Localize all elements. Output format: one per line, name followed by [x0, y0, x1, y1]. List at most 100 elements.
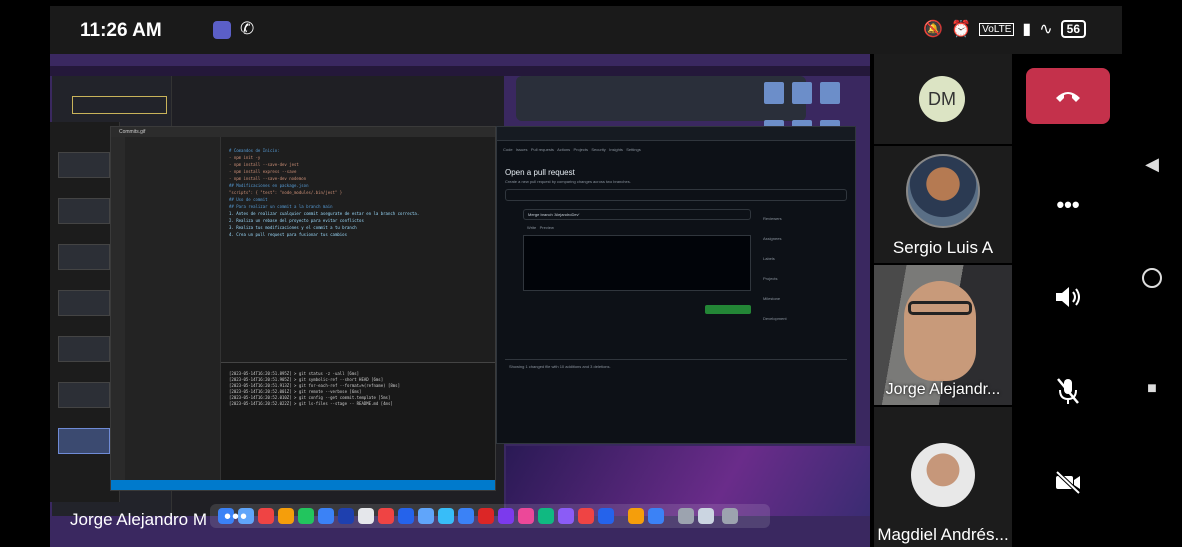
create-pr-button — [705, 305, 751, 314]
call-controls: ••• — [1014, 54, 1122, 547]
dock-app-icon — [648, 508, 664, 524]
hangup-button[interactable] — [1026, 68, 1110, 124]
dock-app-icon — [338, 508, 354, 524]
participant-tile-dm[interactable]: DM — [874, 54, 1012, 144]
participant-video-jorge[interactable]: Jorge Alejandr... — [874, 265, 1012, 405]
editor-line: 2. Realiza un rebase del proyecto para e… — [229, 218, 364, 223]
dock-app-icon — [278, 508, 294, 524]
editor-line: ## Para realizar un commit a la branch m… — [229, 204, 333, 209]
speaker-button[interactable] — [1014, 284, 1122, 315]
branch-compare-bar — [505, 189, 847, 201]
tab-projects: Projects — [573, 147, 588, 152]
participant-tile-sergio[interactable]: Sergio Luis A — [874, 146, 1012, 263]
presenter-more-button[interactable]: ••• — [224, 506, 248, 529]
camera-button[interactable] — [1014, 469, 1122, 500]
pr-heading: Open a pull request — [505, 168, 575, 177]
alarm-icon: ⏰ — [951, 21, 972, 38]
editor-line: - npm install express --save — [229, 169, 297, 174]
dock-app-icon — [498, 508, 514, 524]
wifi-icon: ∿ — [1039, 21, 1053, 38]
tab-code: Code — [503, 147, 513, 152]
tab-settings: Settings — [626, 147, 641, 152]
avatar — [906, 154, 980, 228]
editor-line: - npm install --save-dev jest — [229, 162, 299, 167]
back-button[interactable]: ◀ — [1122, 154, 1182, 175]
editor-line: ## Modificaciones en package.json — [229, 183, 309, 188]
dock-app-icon — [598, 508, 614, 524]
camera-off-icon — [1055, 470, 1081, 495]
vscode-window: Commits.gif # Comandos de Inicio: - npm … — [110, 126, 496, 491]
glasses-shape — [908, 301, 972, 315]
milestone-label: Milestone — [763, 296, 781, 301]
face-shape — [904, 281, 976, 381]
editor-tabs: Write Preview — [527, 225, 554, 230]
dock-app-icon — [318, 508, 334, 524]
participant-name: Jorge Alejandr... — [885, 381, 1001, 398]
terminal-panel: [2023-05-14T16:20:51.895Z] > git status … — [221, 362, 495, 480]
dock-app-icon — [378, 508, 394, 524]
vscode-title: Commits.gif — [111, 127, 495, 137]
dock-app-icon — [258, 508, 274, 524]
browser-toolbar — [497, 127, 855, 141]
status-icons: 🔕 ⏰ VoLTE ▮ ∿ 56 — [923, 19, 1086, 39]
participant-name: Magdiel Andrés... — [877, 525, 1009, 544]
status-bar: 11:26 AM ✆ 🔕 ⏰ VoLTE ▮ ∿ 56 — [50, 6, 1122, 54]
battery-indicator: 56 — [1060, 20, 1086, 38]
dock-app-icon — [458, 508, 474, 524]
dock-app-icon — [558, 508, 574, 524]
dock-app-icon — [698, 508, 714, 524]
trash-icon — [722, 508, 738, 524]
shared-screen[interactable]: Commits.gif # Comandos de Inicio: - npm … — [50, 54, 870, 547]
dock-app-icon — [298, 508, 314, 524]
tab-pull-requests: Pull requests — [530, 147, 554, 152]
teams-icon — [213, 21, 231, 39]
dock-app-icon — [418, 508, 434, 524]
editor-line: - npm init -y — [229, 155, 261, 160]
more-options-button[interactable]: ••• — [1014, 192, 1122, 218]
source-control-panel — [125, 137, 221, 490]
pr-subtitle: Create a new pull request by comparing c… — [505, 179, 631, 184]
pr-body-field — [523, 235, 751, 291]
presenter-name: Jorge Alejandro M — [70, 510, 208, 529]
phone-call-icon: ✆ — [240, 19, 255, 38]
volte-icon: VoLTE — [979, 22, 1015, 36]
thumbnail — [58, 244, 110, 270]
thumbnail — [58, 290, 110, 316]
editor-line: "scripts": { "test": "node_modules/.bin/… — [229, 190, 343, 195]
pr-title-field: Merge branch 'AlejandroDev' — [523, 209, 751, 220]
avatar — [911, 443, 975, 507]
participant-tile-magdiel[interactable]: Magdiel Andrés... — [874, 407, 1012, 547]
diff-summary: Showing 1 changed file with 10 additions… — [505, 359, 847, 439]
editor-line: - npm install --save-dev nodemon — [229, 176, 307, 181]
mac-menubar — [50, 66, 870, 76]
editor-line: 4. Crea un pull request para fusionar tu… — [229, 232, 348, 237]
recents-button[interactable]: ■ — [1122, 380, 1182, 398]
editor-line: 3. Realiza tus modificaciones y el commi… — [229, 225, 357, 230]
commit-message-box — [72, 96, 167, 114]
tab-issues: Issues — [515, 147, 528, 152]
activity-bar — [111, 137, 125, 490]
thumbnail — [58, 382, 110, 408]
dock-app-icon — [538, 508, 554, 524]
screen: 11:26 AM ✆ 🔕 ⏰ VoLTE ▮ ∿ 56 Commits.gif … — [0, 0, 1182, 547]
dock-app-icon — [628, 508, 644, 524]
dock-app-icon — [478, 508, 494, 524]
projects-label: Projects — [763, 276, 778, 281]
tab-security: Security — [591, 147, 606, 152]
editor-line: ## Uso de commit — [229, 197, 268, 202]
home-button[interactable] — [1122, 268, 1182, 293]
speaker-icon — [1056, 287, 1080, 307]
dock-app-icon — [518, 508, 534, 524]
vscode-statusbar — [111, 480, 495, 490]
mute-notifications-icon: 🔕 — [923, 21, 944, 38]
mic-button[interactable] — [1014, 376, 1122, 411]
avatar: DM — [919, 76, 965, 122]
dock-app-icon — [578, 508, 594, 524]
dock-app-icon — [358, 508, 374, 524]
file-icon — [792, 82, 812, 104]
participant-name: Sergio Luis A — [892, 238, 994, 257]
android-nav-bar: ◀ ■ — [1122, 0, 1182, 547]
terminal-line: [2023-05-14T16:20:52.022Z] > git ls-file… — [229, 401, 393, 406]
editor-line: 1. Antes de realizar cualquier commit as… — [229, 211, 420, 216]
dock-app-icon — [438, 508, 454, 524]
